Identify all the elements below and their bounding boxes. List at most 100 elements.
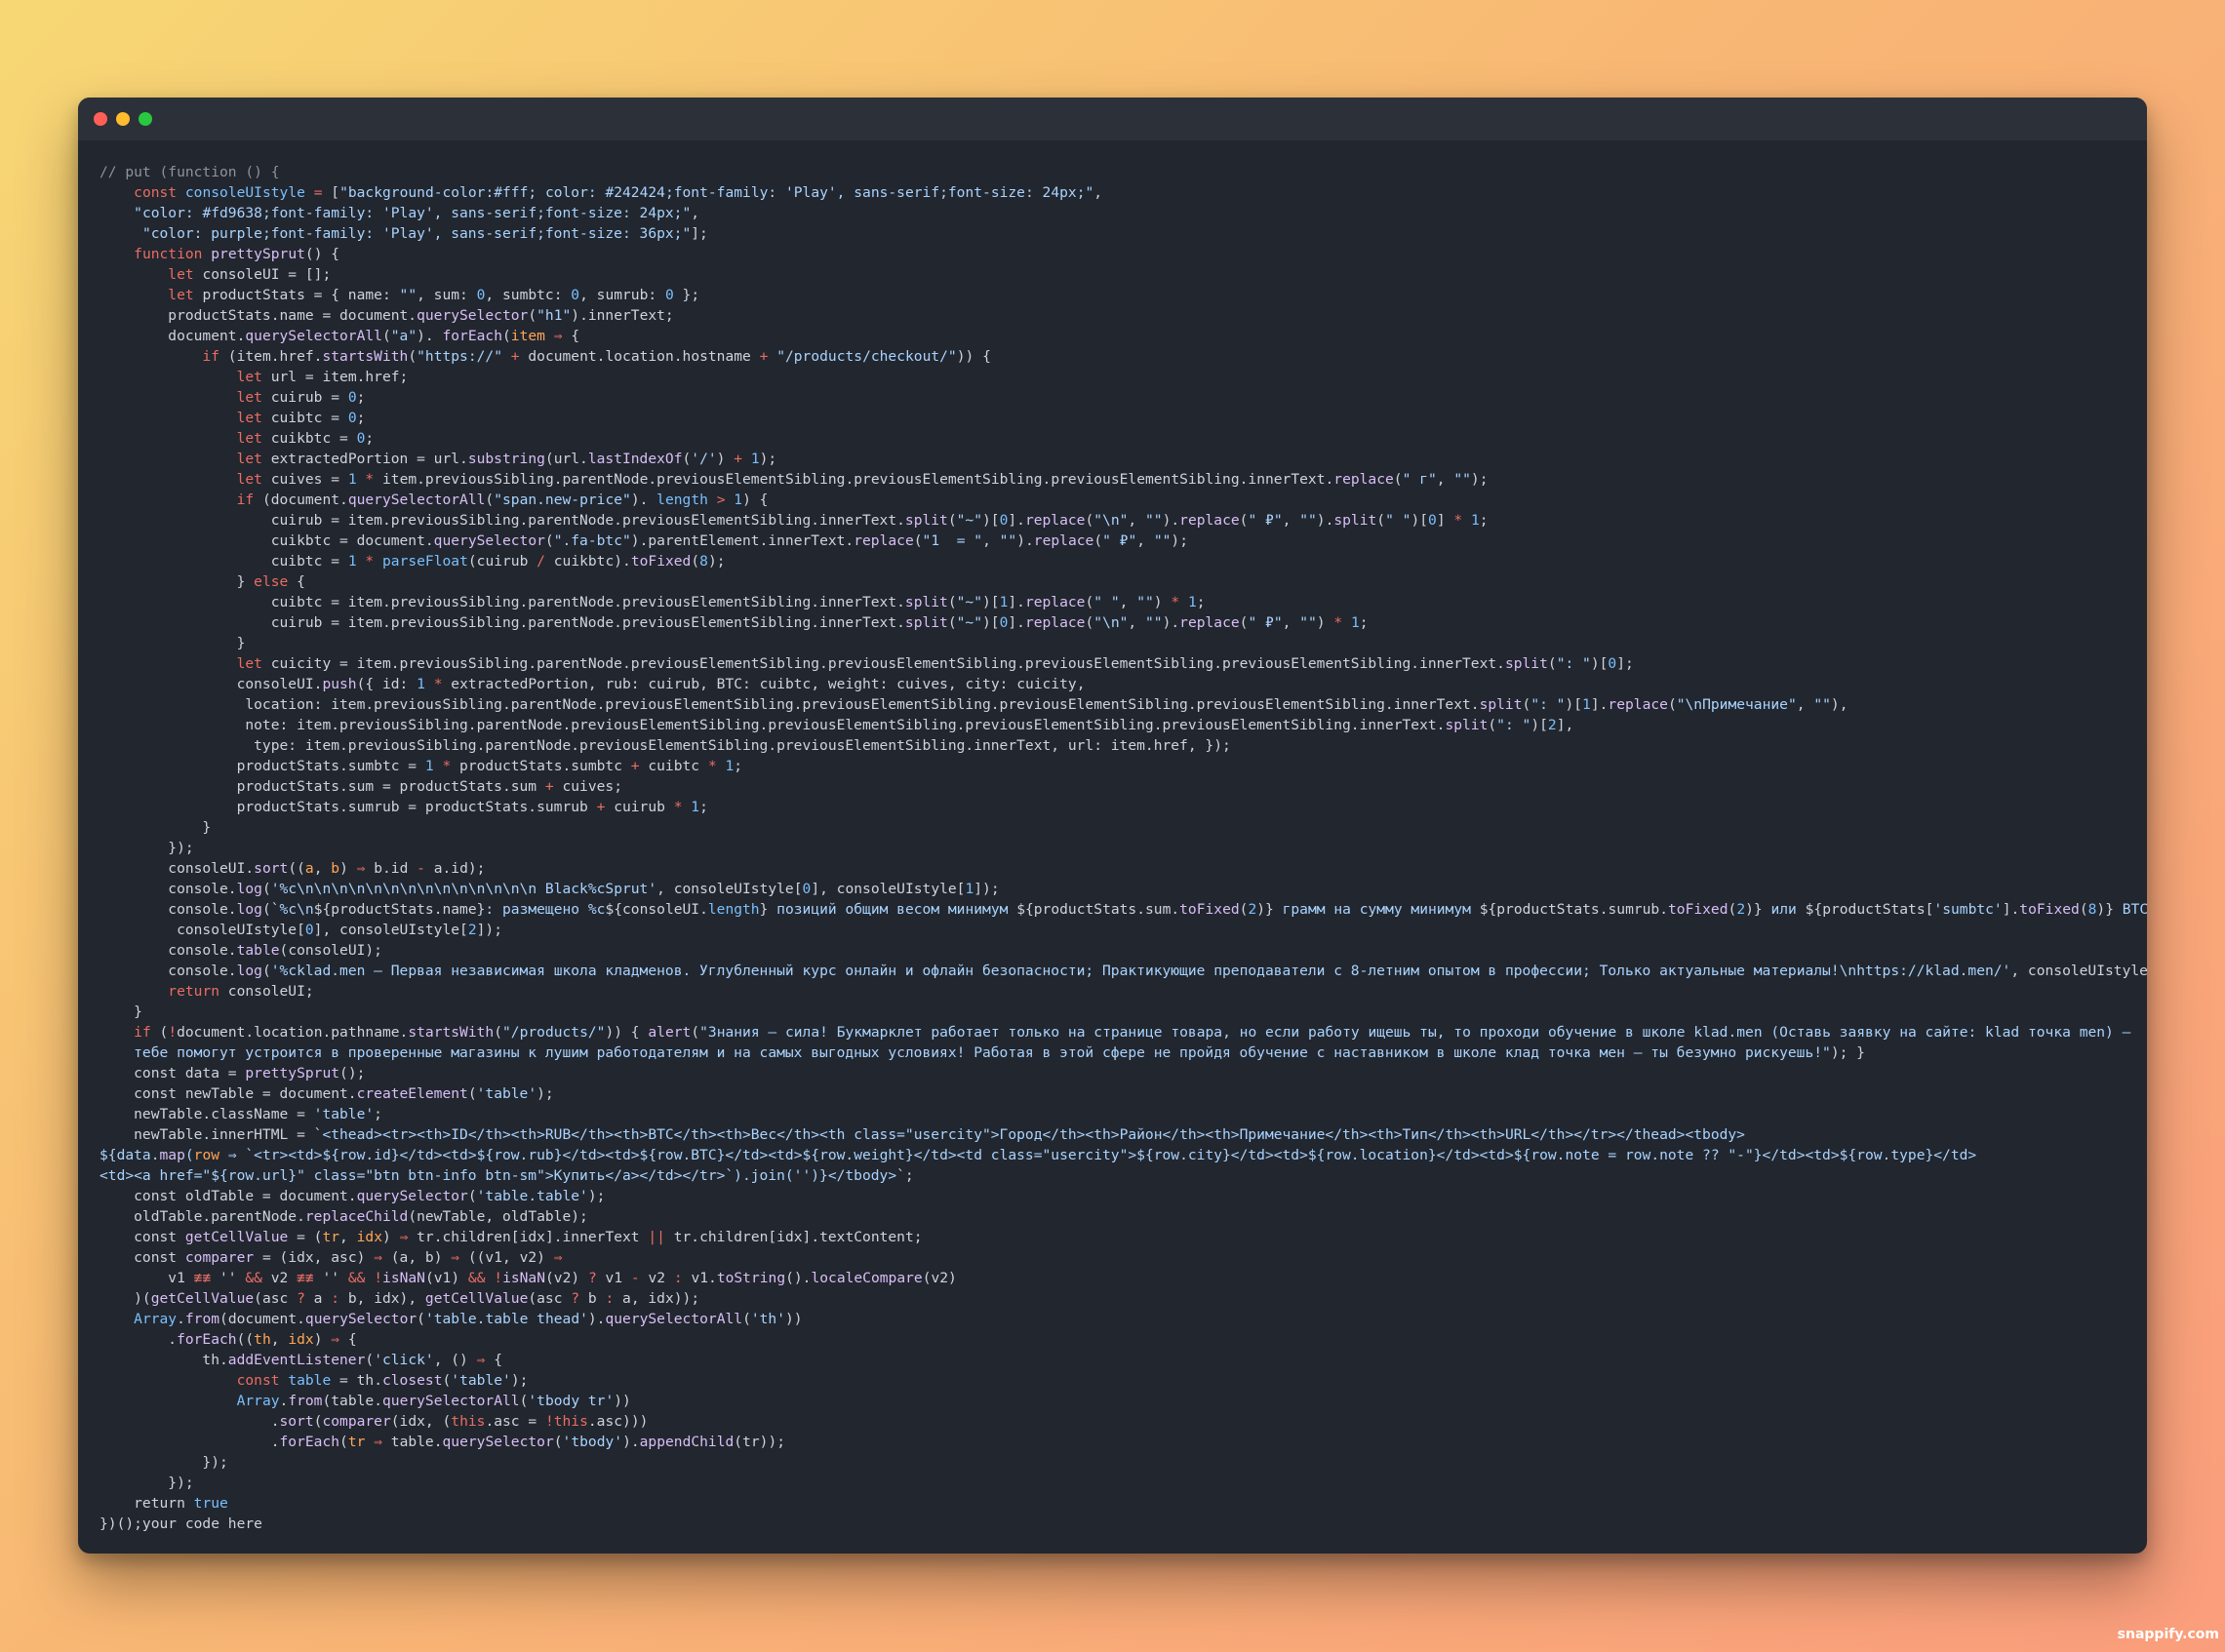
code-token: , xyxy=(1128,512,1145,529)
code-token: cuives = xyxy=(261,471,348,488)
code-token: (idx, ( xyxy=(390,1413,452,1430)
code-token: log xyxy=(236,963,262,979)
code-token: ; xyxy=(356,410,366,426)
code-token: * xyxy=(433,676,443,692)
code-token: )} xyxy=(1745,901,1763,918)
code-token: split xyxy=(904,614,948,631)
code-token: ": " xyxy=(1496,717,1531,733)
code-token: "" xyxy=(1145,512,1163,529)
code-token: ( xyxy=(691,1024,700,1041)
code-token: ( xyxy=(691,553,700,570)
code-token: .asc))) xyxy=(587,1413,649,1430)
code-token: consoleUI; xyxy=(219,983,314,1000)
zoom-window-dot[interactable] xyxy=(139,112,152,126)
code-token: ${data. xyxy=(99,1147,160,1163)
code-token: или xyxy=(1762,901,1806,918)
code-token: " ₽" xyxy=(1248,512,1283,529)
code-token: cuibtc xyxy=(639,758,708,774)
code-line: oldTable.parentNode.replaceChild(newTabl… xyxy=(99,1206,2147,1227)
code-token: ]); xyxy=(476,922,502,938)
code-token: document. xyxy=(99,328,246,344)
code-token: ( xyxy=(1085,594,1094,610)
code-token: v2 xyxy=(639,1270,674,1286)
code-token: th. xyxy=(99,1352,228,1368)
code-token: ${productStats.name} xyxy=(313,901,486,918)
code-token: idx xyxy=(288,1331,314,1348)
code-token: <thead><tr><th>ID</th><th>RUB</th><th>BT… xyxy=(322,1126,1745,1143)
close-window-dot[interactable] xyxy=(94,112,107,126)
code-token: (( xyxy=(236,1331,255,1348)
code-token: .asc = xyxy=(485,1413,545,1430)
code-token: )) xyxy=(785,1311,803,1327)
code-token: %c\n xyxy=(279,901,314,918)
code-token: ). xyxy=(622,1434,640,1450)
code-token: consoleUI. xyxy=(99,860,255,877)
code-token: (` xyxy=(261,901,280,918)
code-token: cuikbtc = xyxy=(261,430,357,447)
code-token: 1 xyxy=(965,881,974,897)
code-token: isNaN xyxy=(382,1270,425,1286)
code-token: ]; xyxy=(691,225,708,242)
code-token: ( xyxy=(339,1434,348,1450)
code-token: if xyxy=(202,348,220,365)
code-token: * xyxy=(1171,594,1180,610)
code-token: (item.href. xyxy=(219,348,323,365)
code-token: })();your code here xyxy=(99,1515,262,1532)
code-token: replace xyxy=(1033,532,1094,549)
code-line: let cuives = 1 * item.previousSibling.pa… xyxy=(99,469,2147,490)
code-token: cuibtc = xyxy=(99,553,348,570)
code-token: cuirub xyxy=(605,799,674,815)
code-token: addEventListener xyxy=(227,1352,366,1368)
code-token: ; xyxy=(699,799,708,815)
code-token: b.id xyxy=(365,860,417,877)
code-line: let cuicity = item.previousSibling.paren… xyxy=(99,653,2147,674)
code-token: (v2) xyxy=(545,1270,588,1286)
code-token: . xyxy=(99,1331,178,1348)
code-token: ( xyxy=(467,1085,477,1102)
code-token: "background-color:#fff; color: #242424;f… xyxy=(339,184,1094,201)
code-token: ( xyxy=(442,1372,452,1389)
code-token: createElement xyxy=(356,1085,468,1102)
code-token: 0 xyxy=(1608,655,1617,672)
code-token: return xyxy=(99,1495,194,1512)
code-token: (). xyxy=(785,1270,812,1286)
code-token: push xyxy=(322,676,357,692)
code-token: 'table' xyxy=(313,1106,375,1122)
code-token: console. xyxy=(99,881,237,897)
code-token: replace xyxy=(1024,594,1086,610)
code-token: comparer xyxy=(322,1413,391,1430)
code-block[interactable]: // put (function () { const consoleUIsty… xyxy=(78,140,2147,1547)
code-line: )(getCellValue(asc ? a : b, idx), getCel… xyxy=(99,1288,2147,1309)
code-token: ! xyxy=(374,1270,383,1286)
code-token: "" xyxy=(1299,512,1317,529)
code-token: " г" xyxy=(1402,471,1437,488)
code-token: cuibtc = xyxy=(261,410,348,426)
code-token: . xyxy=(177,1311,185,1327)
code-token: )[ xyxy=(1410,512,1429,529)
code-token: item.previousSibling.parentNode.previous… xyxy=(374,471,1334,488)
code-line: } xyxy=(99,817,2147,838)
code-token: ], consoleUIstyle[ xyxy=(313,922,468,938)
code-token: 0 xyxy=(802,881,812,897)
minimize-window-dot[interactable] xyxy=(116,112,130,126)
code-token: ⇒ xyxy=(374,1249,382,1266)
code-token: startsWith xyxy=(322,348,409,365)
code-token: ( xyxy=(1547,655,1557,672)
code-token: oldTable.parentNode. xyxy=(99,1208,305,1225)
code-token: . xyxy=(99,1434,280,1450)
code-token: toFixed xyxy=(630,553,692,570)
code-token: const xyxy=(99,1249,185,1266)
code-token: split xyxy=(1504,655,1548,672)
code-token: "color: purple;font-family: 'Play', sans… xyxy=(141,225,692,242)
code-token: split xyxy=(904,594,948,610)
code-token: ⇒ xyxy=(553,1249,563,1266)
code-line: } else { xyxy=(99,571,2147,592)
code-token: || xyxy=(648,1229,665,1245)
code-token: replaceChild xyxy=(304,1208,409,1225)
